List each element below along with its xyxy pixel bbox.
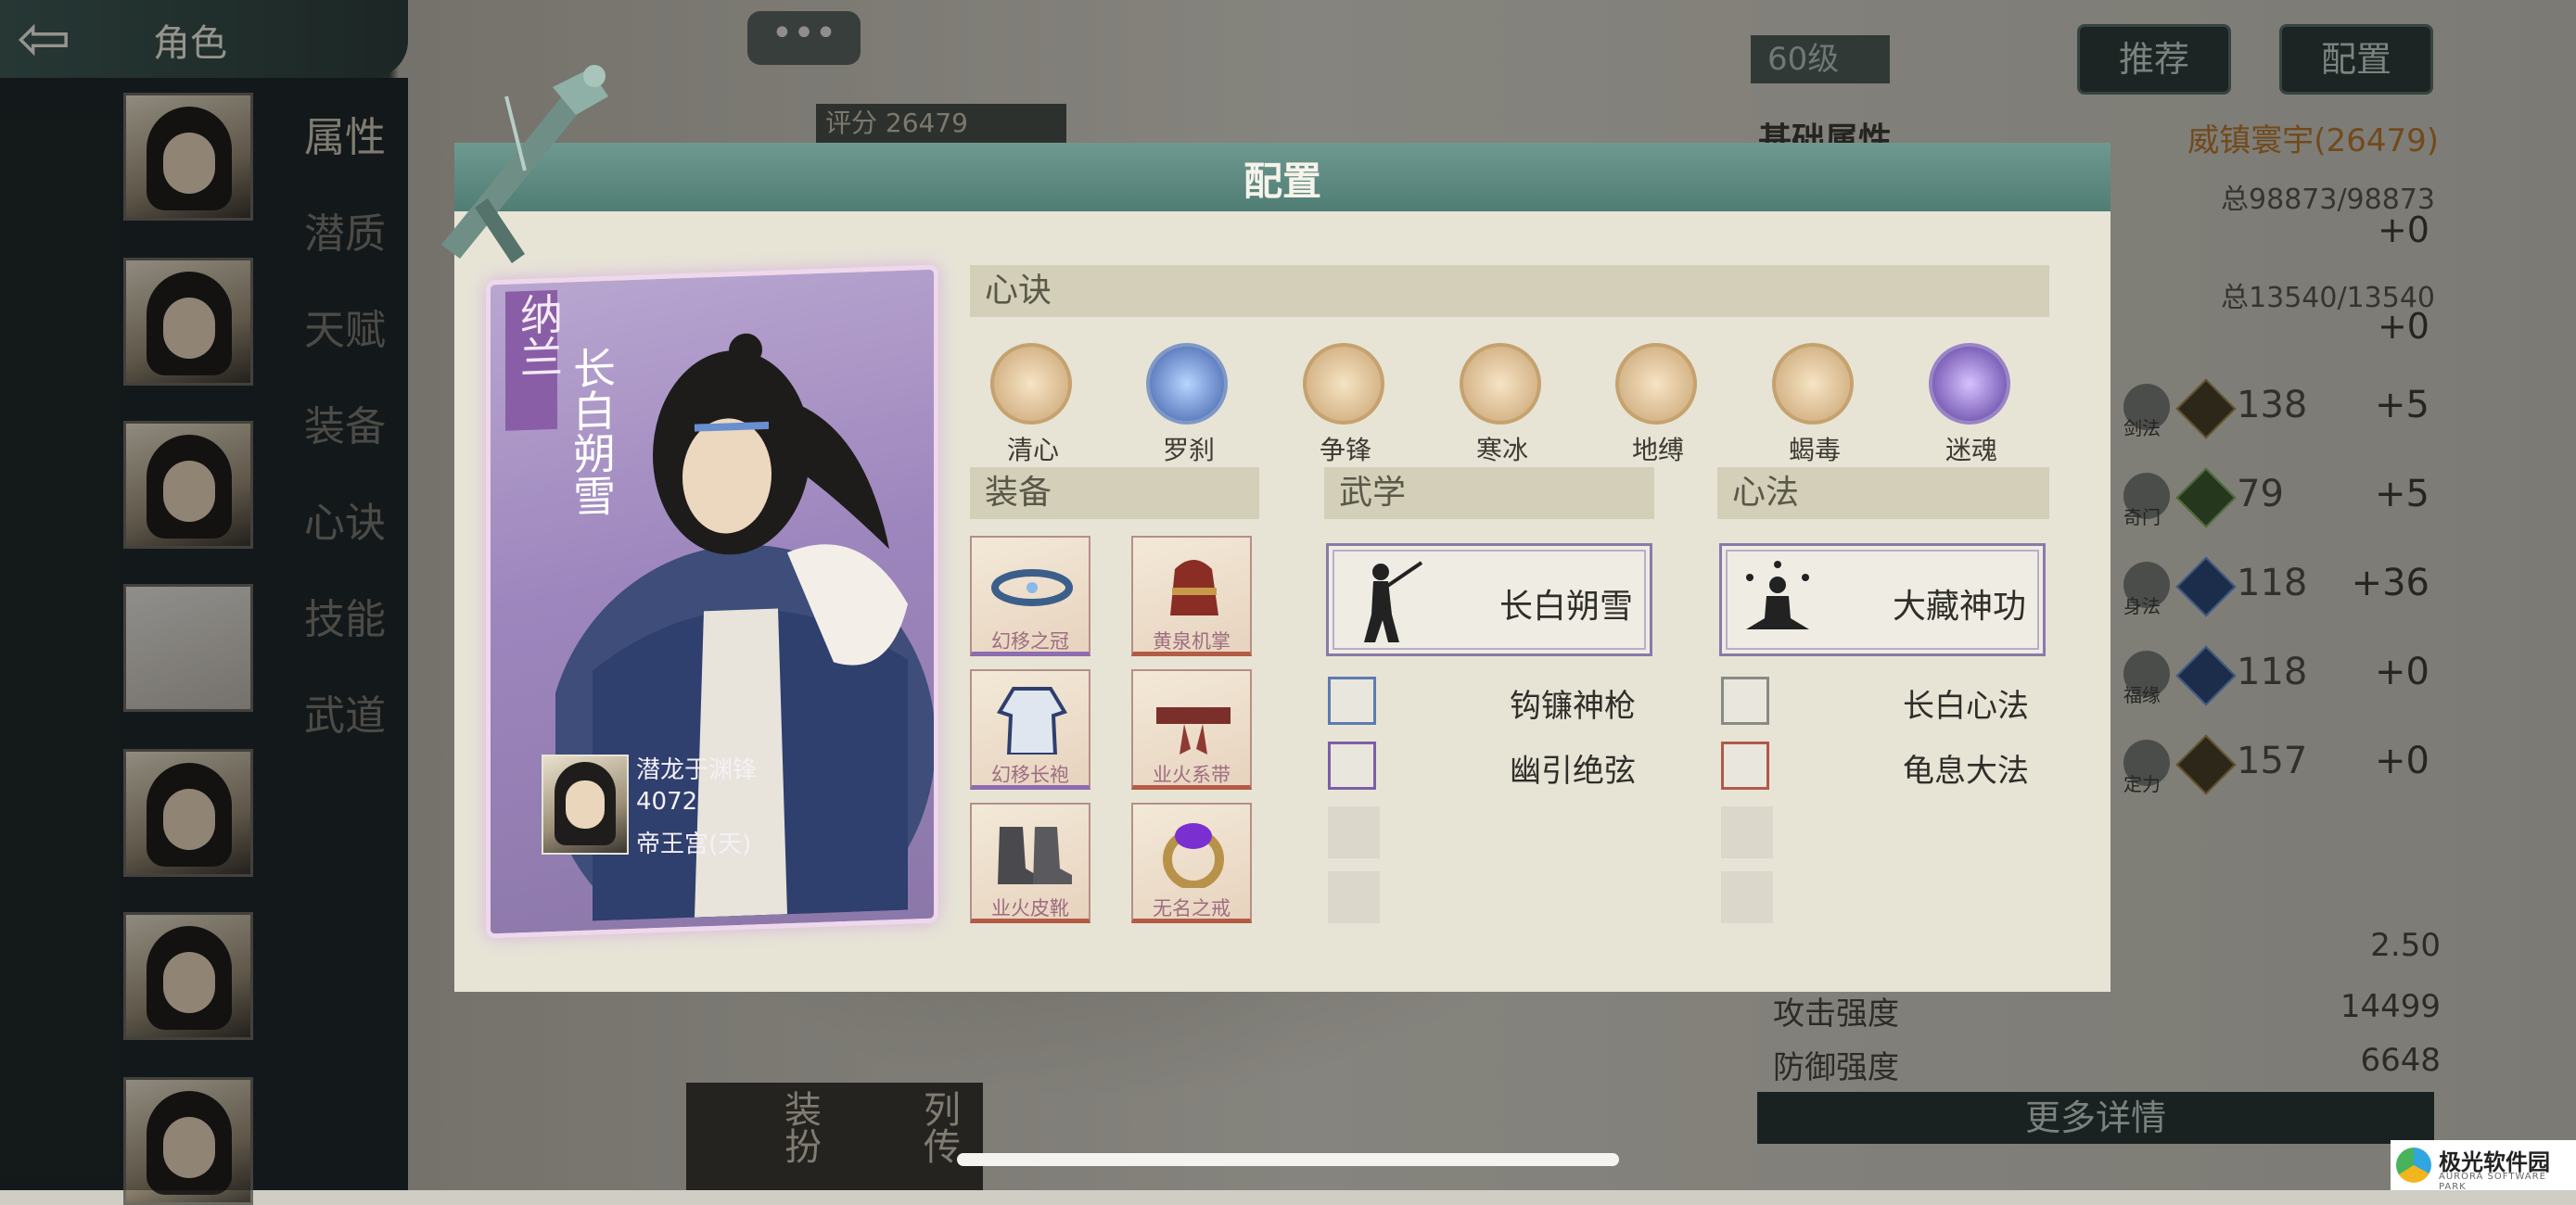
spirit-icon [1929, 343, 2010, 425]
equip-slot-belt[interactable]: 业火系带 [1131, 669, 1252, 790]
xinjue-label: 罗刹 [1162, 435, 1215, 465]
xinfa-sub-skill[interactable]: 龟息大法 [1719, 740, 2046, 792]
modal-title: 配置 [1243, 159, 1321, 204]
equipment-header: 装备 [970, 467, 1259, 519]
crown-icon [991, 569, 1073, 606]
equip-name: 业火皮靴 [991, 897, 1069, 920]
xinfa-sub-name: 长白心法 [1903, 688, 2029, 725]
gauntlet-icon [1170, 560, 1218, 615]
xinjue-header: 心诀 [970, 265, 2049, 317]
sword-icon [1303, 343, 1384, 425]
equip-slot-gauntlet[interactable]: 黄泉机掌 [1131, 536, 1252, 656]
xinfa-main-name: 大藏神功 [1892, 588, 2026, 626]
empty-skill-slot[interactable] [1721, 871, 1773, 923]
swordsman-icon [1364, 561, 1423, 642]
lightning-icon [1146, 343, 1228, 425]
xinfa-sub-skill[interactable]: 长白心法 [1719, 675, 2046, 727]
equip-slot-robe[interactable]: 幻移长袍 [970, 669, 1090, 790]
wuxue-sub-name: 钩镰神枪 [1510, 688, 1636, 725]
xinjue-label: 争锋 [1319, 435, 1371, 465]
owner-server: 帝王宫(天) [636, 831, 752, 858]
empty-skill-slot[interactable] [1721, 806, 1773, 858]
home-indicator [957, 1153, 1619, 1166]
wuxue-sub-skill[interactable]: 幽引绝弦 [1326, 740, 1652, 792]
owner-score: 4072 [636, 788, 698, 816]
xinjue-label: 迷魂 [1945, 435, 1997, 465]
xinfa-header: 心法 [1717, 467, 2049, 519]
scorpion-icon [1772, 343, 1854, 425]
xinfa-main-skill[interactable]: 大藏神功 [1719, 543, 2046, 656]
wuxue-sub-name: 幽引绝弦 [1510, 753, 1636, 790]
xinjue-label: 地缚 [1631, 435, 1684, 465]
equip-name: 业火系带 [1153, 764, 1231, 786]
snowflake-icon [1460, 343, 1541, 425]
wuxue-main-skill[interactable]: 长白朔雪 [1326, 543, 1652, 656]
xinfa-sub-name: 龟息大法 [1903, 753, 2029, 790]
sword-ornament-icon [441, 65, 608, 263]
xinjue-label: 清心 [1006, 435, 1059, 465]
zither-icon [1328, 742, 1376, 790]
equip-name: 黄泉机掌 [1153, 630, 1231, 653]
lotus-icon [990, 343, 1072, 425]
owner-avatar [542, 755, 629, 855]
spear-icon [1328, 677, 1376, 725]
boots-icon [998, 827, 1072, 884]
xinjue-label: 寒冰 [1475, 435, 1528, 465]
swirl-icon [1615, 343, 1697, 425]
meditation-small-icon [1721, 677, 1769, 725]
meditation-icon [1746, 561, 1809, 629]
equip-slot-boots[interactable]: 业火皮靴 [970, 803, 1090, 923]
belt-icon [1156, 707, 1231, 755]
empty-skill-slot[interactable] [1328, 806, 1380, 858]
turtle-breath-icon [1721, 742, 1769, 790]
robe-icon [997, 687, 1067, 755]
character-title: 长白朔雪 [567, 345, 617, 518]
wuxue-sub-skill[interactable]: 钩镰神枪 [1326, 675, 1652, 727]
equip-name: 幻移长袍 [991, 764, 1069, 786]
owner-name: 潜龙于渊锋 [636, 756, 758, 784]
equip-slot-crown[interactable]: 幻移之冠 [970, 536, 1090, 656]
wuxue-header: 武学 [1324, 467, 1654, 519]
equip-name: 幻移之冠 [991, 630, 1069, 653]
equip-name: 无名之戒 [1153, 897, 1231, 920]
equip-slot-ring[interactable]: 无名之戒 [1131, 803, 1252, 923]
ring-icon [1163, 823, 1224, 888]
empty-skill-slot[interactable] [1328, 871, 1380, 923]
xinjue-label: 蝎毒 [1788, 435, 1841, 465]
aurora-logo-icon [2396, 1148, 2431, 1183]
character-name: 纳兰 [514, 291, 564, 379]
watermark-subtitle: AURORA SOFTWARE PARK [2439, 1172, 2546, 1192]
wuxue-main-name: 长白朔雪 [1498, 588, 1633, 626]
config-modal: 配置 纳兰 长白朔雪 潜龙于渊锋 4072 帝王宫(天) 心诀 清心 罗刹 争锋… [441, 65, 2111, 992]
watermark: 极光软件园 AURORA SOFTWARE PARK [2391, 1140, 2576, 1192]
